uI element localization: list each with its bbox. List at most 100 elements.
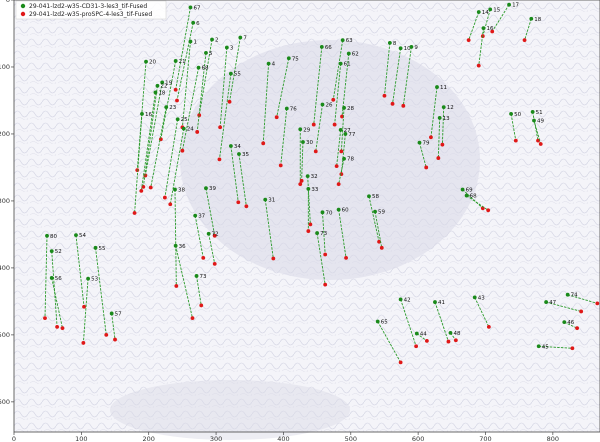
start-point <box>204 51 208 55</box>
point-label: 59 <box>378 210 385 216</box>
end-point <box>308 222 313 227</box>
end-point <box>201 255 206 260</box>
point-label: 60 <box>342 208 349 214</box>
point-label: 11 <box>440 85 447 91</box>
start-point <box>74 233 78 237</box>
start-point <box>301 140 305 144</box>
end-point <box>476 63 481 68</box>
x-tick-label: 500 <box>345 435 357 442</box>
point-label: 65 <box>381 319 388 325</box>
x-tick-label: 0 <box>12 435 16 442</box>
end-point <box>339 149 344 154</box>
start-point <box>196 65 201 70</box>
point-label: 52 <box>55 249 62 255</box>
point-label: 16 <box>486 26 493 32</box>
start-point <box>238 35 243 40</box>
point-label: 37 <box>198 214 205 220</box>
start-point <box>210 37 214 42</box>
start-point <box>481 26 486 31</box>
start-point <box>298 127 303 132</box>
end-point <box>486 324 491 329</box>
point-label: 55 <box>99 246 106 252</box>
point-label: 8 <box>393 41 397 47</box>
end-point <box>55 324 60 329</box>
end-point <box>323 252 328 257</box>
start-point <box>140 111 144 116</box>
start-point <box>414 331 419 336</box>
start-point <box>188 39 193 44</box>
point-label: 77 <box>348 132 355 138</box>
point-label: 79 <box>422 141 429 147</box>
y-tick-label: 600 <box>0 398 10 406</box>
start-point <box>204 186 208 191</box>
start-point <box>193 213 198 218</box>
end-point <box>313 149 318 154</box>
point-label: 29 <box>303 127 310 133</box>
x-tick-label: 200 <box>143 435 155 442</box>
point-label: 14 <box>482 10 489 16</box>
point-label: 17 <box>512 3 519 9</box>
end-point <box>379 245 384 250</box>
point-label: 18 <box>534 17 541 23</box>
start-point <box>320 102 325 107</box>
start-point <box>228 144 233 148</box>
start-point <box>536 344 541 349</box>
end-point <box>298 182 303 187</box>
start-point <box>435 85 439 89</box>
start-point <box>228 71 233 76</box>
tissue-region <box>110 380 350 440</box>
start-point <box>437 115 442 120</box>
point-label: 6 <box>196 21 200 27</box>
point-label: 39 <box>209 186 216 192</box>
end-point <box>174 284 179 288</box>
point-label: 63 <box>346 38 353 44</box>
point-label: 73 <box>200 274 207 280</box>
point-label: 3 <box>230 46 234 52</box>
end-point <box>414 344 419 349</box>
point-label: 24 <box>187 127 194 133</box>
end-point <box>132 211 137 215</box>
end-point <box>323 282 328 287</box>
start-point <box>448 330 453 335</box>
point-label: 23 <box>169 105 176 111</box>
point-label: 12 <box>447 105 454 111</box>
point-label: 61 <box>344 62 351 68</box>
start-point <box>194 274 199 278</box>
point-label: 15 <box>493 7 500 13</box>
point-label: 68 <box>202 66 209 72</box>
legend-label-end: 29-041-lzd2-w35-proSPC-4-les3_tif-Fused <box>29 11 152 18</box>
point-label: 41 <box>438 300 445 306</box>
end-point <box>344 255 348 260</box>
y-tick-label: 400 <box>0 264 10 272</box>
start-point <box>562 320 567 325</box>
y-tick-label: 500 <box>0 331 10 339</box>
start-point <box>441 105 446 110</box>
end-point <box>199 303 204 308</box>
point-label: 2 <box>215 38 219 44</box>
y-tick-label: 200 <box>0 130 10 138</box>
end-point <box>274 115 279 120</box>
start-point <box>529 16 534 21</box>
start-point <box>488 7 493 12</box>
start-point <box>153 90 158 95</box>
end-point <box>424 339 429 343</box>
end-point <box>306 229 311 233</box>
x-tick-label: 400 <box>277 435 289 442</box>
start-point <box>315 231 320 235</box>
end-point <box>538 142 543 146</box>
end-point <box>595 301 600 306</box>
end-point <box>180 148 185 153</box>
point-label: 42 <box>404 297 411 303</box>
point-label: 75 <box>292 56 299 62</box>
legend: 29-041-lzd2-w35-CD31-3-les3_tif-Fused 29… <box>15 0 167 20</box>
end-point <box>339 172 344 177</box>
start-point <box>266 61 271 66</box>
start-point <box>263 197 268 202</box>
end-point <box>311 122 316 127</box>
start-point <box>346 51 351 56</box>
start-point <box>375 319 380 324</box>
end-point <box>401 103 406 108</box>
y-tick-label: 300 <box>0 197 10 205</box>
start-point <box>49 249 54 254</box>
point-label: 35 <box>242 152 249 158</box>
